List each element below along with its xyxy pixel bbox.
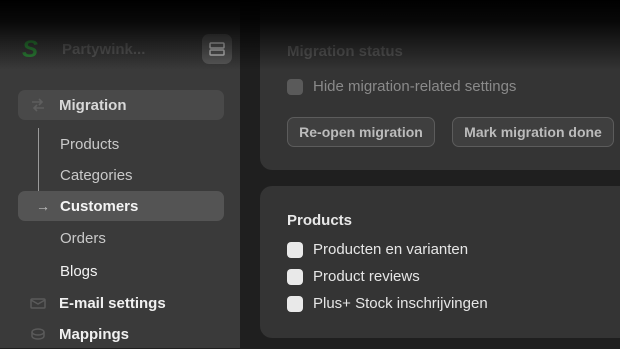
arrow-right-icon: → — [36, 198, 50, 214]
sidebar-item-email-settings[interactable]: E-mail settings — [18, 288, 224, 318]
products-title: Products — [287, 212, 353, 229]
sidebar-subitem-orders[interactable]: Orders — [60, 230, 106, 247]
migration-status-title: Migration status — [287, 43, 403, 60]
store-name[interactable]: Partywink... — [62, 41, 145, 58]
sidebar-item-label: Mappings — [59, 325, 129, 343]
migration-status-card: Migration status Hide migration-related … — [260, 0, 620, 170]
sidebar-item-label: Customers — [60, 197, 139, 215]
mail-icon — [30, 298, 46, 309]
hide-migration-settings-checkbox[interactable] — [287, 79, 303, 95]
switch-store-icon — [209, 42, 225, 56]
product-reviews-label: Product reviews — [313, 268, 420, 285]
migration-icon — [32, 98, 44, 112]
switch-store-button[interactable] — [202, 34, 232, 64]
reopen-migration-button[interactable]: Re-open migration — [287, 117, 435, 147]
brand-s-logo: S — [22, 36, 39, 63]
stock-subscriptions-checkbox[interactable] — [287, 296, 303, 312]
sidebar-subitem-categories[interactable]: Categories — [60, 167, 133, 184]
products-variants-label: Producten en varianten — [313, 241, 469, 258]
sidebar-subitem-blogs[interactable]: Blogs — [60, 263, 98, 280]
products-card: Products Producten en varianten Product … — [260, 186, 620, 338]
sidebar: S Partywink... Migration Products Catego… — [0, 0, 240, 348]
sidebar-subitem-products[interactable]: Products — [60, 136, 119, 153]
product-reviews-checkbox[interactable] — [287, 269, 303, 285]
sidebar-item-migration[interactable]: Migration — [18, 90, 224, 120]
brand-header: S Partywink... — [22, 34, 232, 66]
stock-subscriptions-label: Plus+ Stock inschrijvingen — [313, 295, 488, 312]
mappings-icon — [31, 328, 45, 340]
hide-migration-settings-label: Hide migration-related settings — [313, 78, 517, 95]
sidebar-item-label: E-mail settings — [59, 294, 166, 312]
mark-migration-done-button[interactable]: Mark migration done — [452, 117, 614, 147]
sidebar-item-label: Migration — [59, 96, 127, 114]
sidebar-item-mappings[interactable]: Mappings — [18, 319, 224, 349]
products-variants-checkbox[interactable] — [287, 242, 303, 258]
